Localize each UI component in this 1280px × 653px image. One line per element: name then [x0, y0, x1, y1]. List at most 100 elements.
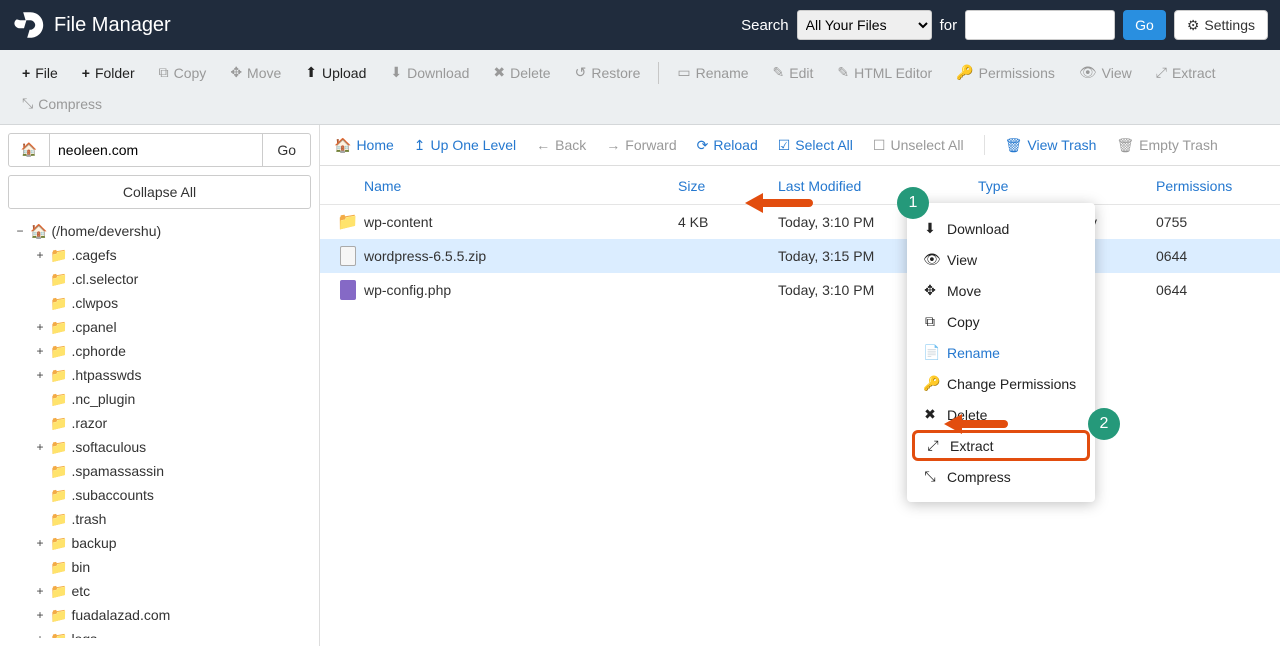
forward-button[interactable]: →Forward [606, 137, 676, 153]
folder-icon: 📁 [50, 628, 67, 638]
tree-item[interactable]: 📁.trash [8, 507, 311, 531]
folder-icon: 📁 [50, 412, 67, 434]
tree-item[interactable]: +📁.cphorde [8, 339, 311, 363]
gear-icon: ⚙ [1187, 17, 1200, 34]
trash-icon: 🗑 [1005, 137, 1023, 154]
home-path-button[interactable]: 🏠 [8, 133, 50, 167]
tree-item[interactable]: +📁.htpasswds [8, 363, 311, 387]
tree-item[interactable]: +📁.cagefs [8, 243, 311, 267]
cm-compress-label: Compress [947, 469, 1011, 485]
expander-icon[interactable]: − [14, 220, 26, 242]
html-editor-button[interactable]: ✎HTML Editor [827, 59, 942, 86]
tree-item[interactable]: 📁.nc_plugin [8, 387, 311, 411]
expander-icon[interactable]: + [34, 604, 46, 626]
eye-icon: 👁 [1079, 64, 1097, 81]
tree-item[interactable]: 📁.spamassassin [8, 459, 311, 483]
expander-icon[interactable]: + [34, 244, 46, 266]
tree-item[interactable]: 📁.clwpos [8, 291, 311, 315]
cm-move[interactable]: ✥Move [907, 275, 1095, 306]
restore-button[interactable]: ↺Restore [565, 59, 651, 86]
rename-button[interactable]: ▭Rename [667, 59, 758, 86]
reload-button[interactable]: ⟳Reload [697, 137, 758, 154]
expander-icon[interactable]: + [34, 364, 46, 386]
settings-button[interactable]: ⚙ Settings [1174, 10, 1268, 40]
expander-icon[interactable]: + [34, 436, 46, 458]
tree-item[interactable]: 📁.razor [8, 411, 311, 435]
col-permissions[interactable]: Permissions [1156, 178, 1264, 194]
path-input[interactable] [50, 133, 263, 167]
col-name[interactable]: Name [364, 178, 678, 194]
search-input[interactable] [965, 10, 1115, 40]
trash-icon: 🗑 [1116, 137, 1134, 154]
copy-button[interactable]: ⧉Copy [149, 59, 217, 86]
path-row: 🏠 Go [8, 133, 311, 167]
delete-label: Delete [510, 65, 550, 81]
header-left: File Manager [12, 9, 171, 41]
permissions-button[interactable]: 🔑Permissions [946, 59, 1065, 86]
cm-view-label: View [947, 252, 977, 268]
unselect-all-button[interactable]: ☐Unselect All [873, 137, 964, 154]
expander-icon[interactable]: + [34, 580, 46, 602]
up-button[interactable]: ↥Up One Level [414, 137, 516, 154]
view-button[interactable]: 👁 View [1069, 59, 1142, 86]
tree-item-label: .cphorde [71, 340, 125, 362]
cm-copy[interactable]: ⧉Copy [907, 306, 1095, 337]
new-folder-button[interactable]: +Folder [72, 60, 145, 86]
plus-icon: + [82, 65, 90, 81]
cm-download[interactable]: ⬇Download [907, 213, 1095, 244]
cm-change-permissions[interactable]: 🔑Change Permissions [907, 368, 1095, 399]
tree-item[interactable]: +📁.cpanel [8, 315, 311, 339]
upload-button[interactable]: ⬆Upload [295, 59, 376, 86]
delete-icon: ✖ [923, 406, 937, 423]
path-go-button[interactable]: Go [263, 133, 311, 167]
file-row[interactable]: 📁wp-content4 KBToday, 3:10 PMhttpd/unix-… [320, 205, 1280, 239]
folder-icon: 📁 [50, 292, 67, 314]
compress-button[interactable]: ⤡Compress [12, 90, 112, 117]
col-type[interactable]: Type [978, 178, 1156, 194]
tree-item[interactable]: 📁.cl.selector [8, 267, 311, 291]
move-button[interactable]: ✥Move [220, 59, 291, 86]
collapse-all-button[interactable]: Collapse All [8, 175, 311, 209]
delete-button[interactable]: ✖Delete [483, 59, 560, 86]
view-trash-button[interactable]: 🗑View Trash [1005, 137, 1097, 154]
home-button[interactable]: 🏠Home [334, 137, 394, 154]
expander-icon[interactable]: + [34, 340, 46, 362]
file-row[interactable]: wp-config.phpToday, 3:10 PMtext/x-generi… [320, 273, 1280, 307]
folder-icon: 📁 [50, 436, 67, 458]
col-size[interactable]: Size [678, 178, 778, 194]
cm-rename[interactable]: 📄Rename [907, 337, 1095, 368]
select-all-button[interactable]: ☑Select All [778, 137, 853, 154]
download-button[interactable]: ⬇Download [380, 59, 479, 86]
cm-compress[interactable]: ⤡Compress [907, 461, 1095, 492]
tree-item[interactable]: +📁fuadalazad.com [8, 603, 311, 627]
extract-button[interactable]: ⤢Extract [1146, 59, 1226, 86]
tree-item-label: fuadalazad.com [71, 604, 170, 626]
expander-icon[interactable]: + [34, 628, 46, 638]
view-label: View [1102, 65, 1132, 81]
tree-item[interactable]: 📁bin [8, 555, 311, 579]
new-file-button[interactable]: +File [12, 60, 68, 86]
tree-item[interactable]: +📁backup [8, 531, 311, 555]
back-button[interactable]: ←Back [536, 137, 586, 153]
search-scope-select[interactable]: All Your Files [797, 10, 932, 40]
edit-button[interactable]: ✎Edit [763, 59, 824, 86]
tree-item[interactable]: 📁.subaccounts [8, 483, 311, 507]
expander-icon[interactable]: + [34, 316, 46, 338]
zip-icon [340, 246, 356, 266]
tree-item[interactable]: +📁etc [8, 579, 311, 603]
tree-item-label: .nc_plugin [71, 388, 135, 410]
cm-rename-label: Rename [947, 345, 1000, 361]
download-label: Download [407, 65, 469, 81]
tree-root[interactable]: −🏠(/home/devershu) [8, 219, 311, 243]
copy-label: Copy [174, 65, 207, 81]
home-icon: 🏠 [21, 142, 38, 158]
tree-item-label: .softaculous [71, 436, 146, 458]
search-go-button[interactable]: Go [1123, 10, 1166, 40]
expander-icon[interactable]: + [34, 532, 46, 554]
file-row[interactable]: wordpress-6.5.5.zipToday, 3:15 PMpackage… [320, 239, 1280, 273]
tree-item[interactable]: +📁logs [8, 627, 311, 638]
cm-view[interactable]: 👁View [907, 244, 1095, 275]
action-bar: 🏠Home ↥Up One Level ←Back →Forward ⟳Relo… [320, 125, 1280, 166]
tree-item[interactable]: +📁.softaculous [8, 435, 311, 459]
empty-trash-button[interactable]: 🗑Empty Trash [1116, 137, 1217, 154]
